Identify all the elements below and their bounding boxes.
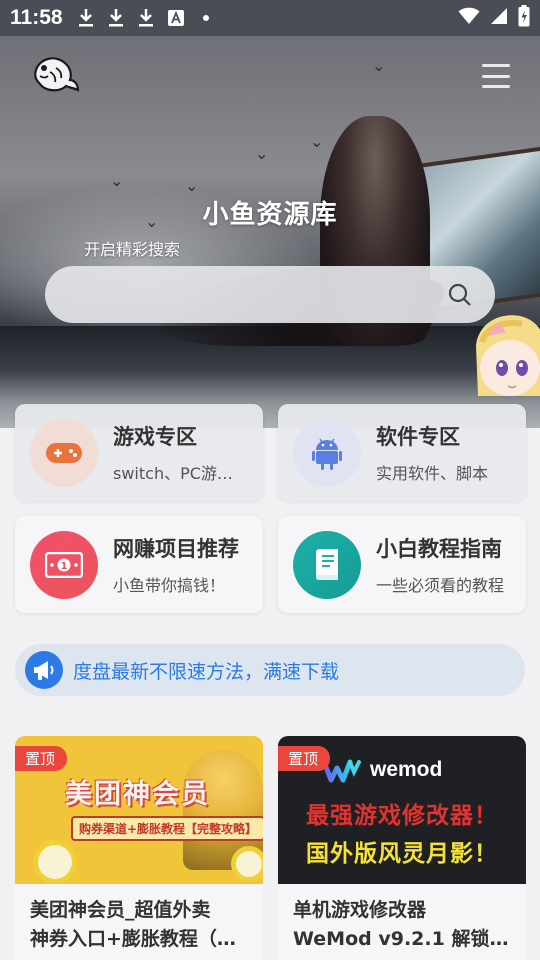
status-bar: 11:58 — [0, 0, 540, 36]
category-card-tutorials[interactable]: 小白教程指南 一些必须看的教程 — [278, 516, 526, 613]
lemon-icon — [33, 840, 77, 884]
category-desc: 小鱼带你搞钱！ — [113, 575, 226, 595]
svg-text:1: 1 — [61, 561, 68, 572]
announcement-bar[interactable]: 度盘最新不限速方法，满速下载 — [15, 644, 525, 696]
post-card[interactable]: wemod 最强游戏修改器！ 国外版风灵月影！ 置顶 单机游戏修改器 WeMod… — [278, 736, 526, 960]
mascot-character — [468, 306, 540, 406]
site-subtitle: 开启精彩搜索 — [84, 240, 181, 259]
search-icon[interactable] — [447, 282, 473, 308]
bird-icon: ⌄ — [255, 144, 269, 163]
download-icon — [77, 7, 95, 29]
gamepad-icon — [30, 418, 98, 487]
category-desc: 实用软件、脚本 — [376, 463, 489, 483]
system-icons — [458, 5, 530, 31]
text-a-icon — [167, 7, 185, 29]
notification-icons — [77, 7, 215, 29]
hamburger-menu-icon[interactable] — [482, 64, 510, 88]
search-input[interactable] — [65, 266, 435, 323]
bird-icon: ⌄ — [310, 132, 324, 151]
download-icon — [107, 7, 125, 29]
search-bar[interactable] — [45, 266, 495, 323]
category-title: 软件专区 — [376, 424, 460, 449]
pinned-badge: 置顶 — [278, 746, 331, 771]
thumb-brand: wemod — [370, 758, 443, 781]
announcement-text: 度盘最新不限速方法，满速下载 — [73, 660, 340, 683]
hero-banner: ⌄ ⌄ ⌄ ⌄ ⌄ ⌄ 小鱼资源库 开启精彩搜索 — [0, 36, 540, 428]
post-title-line: 单机游戏修改器 — [293, 899, 427, 921]
site-title: 小鱼资源库 — [202, 200, 338, 230]
bird-icon: ⌄ — [372, 56, 386, 75]
thumb-line: 最强游戏修改器！ — [306, 803, 498, 829]
category-card-software[interactable]: 软件专区 实用软件、脚本 — [278, 404, 526, 501]
category-title: 游戏专区 — [113, 424, 197, 449]
category-title: 网赚项目推荐 — [113, 536, 239, 561]
category-title: 小白教程指南 — [376, 536, 502, 561]
bird-icon: ⌄ — [185, 176, 199, 195]
post-title[interactable]: 美团神会员_超值外卖 神券入口+膨胀教程（完整攻略） — [30, 896, 252, 954]
android-icon — [293, 418, 361, 487]
thumb-line: 国外版风灵月影！ — [306, 841, 498, 867]
battery-charging-icon — [518, 5, 530, 31]
post-title[interactable]: 单机游戏修改器 WeMod v9.2.1 解锁专业版 — [293, 896, 515, 954]
thumb-headline: 美团神会员 — [65, 779, 210, 810]
category-desc: 一些必须看的教程 — [376, 575, 505, 595]
post-title-line: 神券入口+膨胀教程（完整攻略） — [30, 928, 252, 950]
megaphone-icon — [25, 651, 63, 689]
category-card-games[interactable]: 游戏专区 switch、PC游戏、手游 — [15, 404, 263, 501]
post-title-line: 美团神会员_超值外卖 — [30, 899, 211, 921]
fish-logo-icon[interactable] — [30, 50, 82, 102]
pinned-badge: 置顶 — [15, 746, 68, 771]
dot-icon — [197, 7, 215, 29]
lemon-icon — [231, 846, 263, 882]
money-icon: 1 — [30, 530, 98, 599]
download-icon — [137, 7, 155, 29]
thumb-subline: 购券渠道+膨胀教程【完整攻略】 — [71, 816, 263, 841]
post-title-line: WeMod v9.2.1 解锁专业版 — [293, 928, 515, 950]
bird-icon: ⌄ — [110, 171, 124, 190]
wifi-icon — [458, 7, 480, 29]
signal-icon — [490, 7, 508, 29]
book-icon — [293, 530, 361, 599]
category-desc: switch、PC游戏、手游 — [113, 463, 243, 483]
category-card-earning[interactable]: 1 网赚项目推荐 小鱼带你搞钱！ — [15, 516, 263, 613]
status-time: 11:58 — [10, 6, 63, 29]
post-card[interactable]: 美团神会员 购券渠道+膨胀教程【完整攻略】 置顶 美团神会员_超值外卖 神券入口… — [15, 736, 263, 960]
